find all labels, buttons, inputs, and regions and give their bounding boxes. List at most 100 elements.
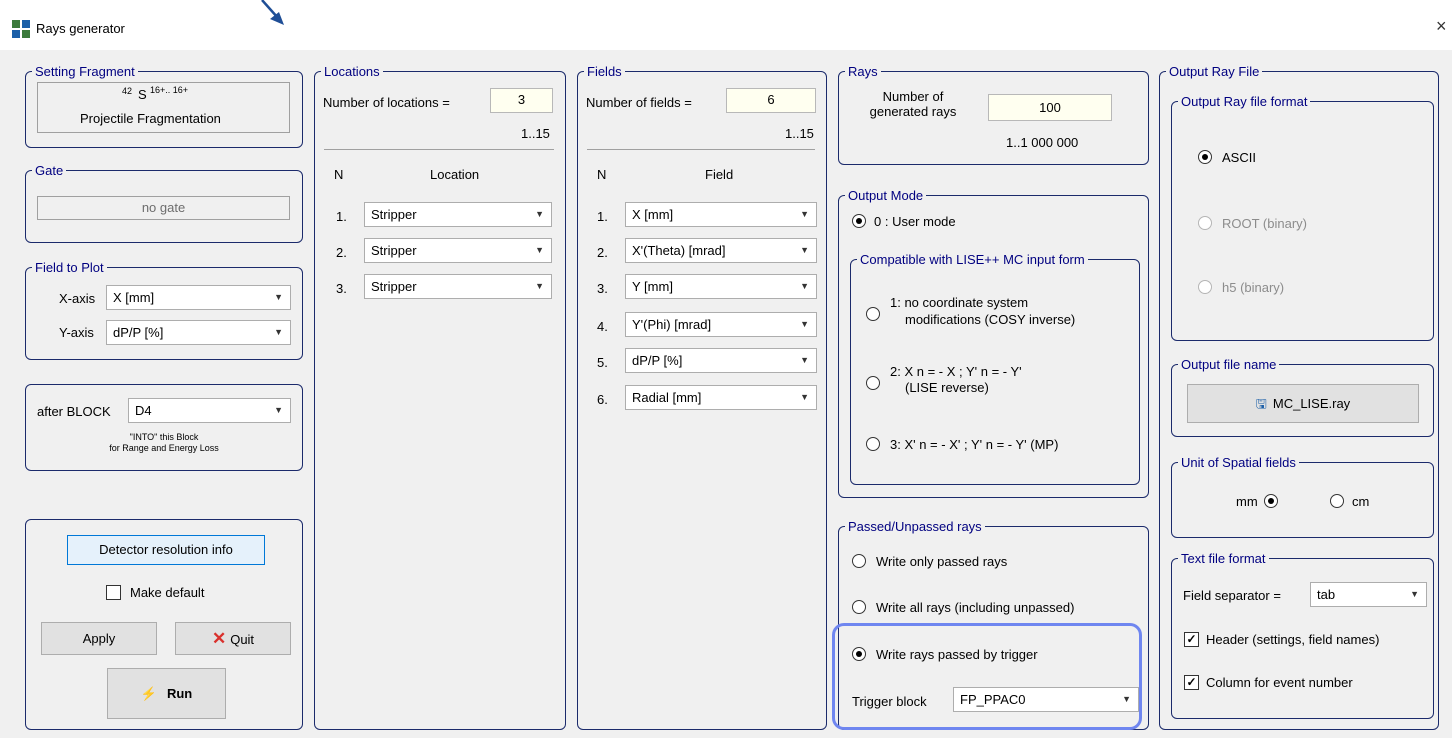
location-select[interactable]: Stripper ▼ xyxy=(364,238,552,263)
location-value: Stripper xyxy=(371,207,417,222)
coord-opt2-line-2: (LISE reverse) xyxy=(905,380,989,395)
title-bar: Rays generator × xyxy=(0,0,1452,50)
field-value: Radial [mm] xyxy=(632,390,702,405)
rays-legend: Rays xyxy=(848,64,878,79)
field-select[interactable]: dP/P [%] ▼ xyxy=(625,348,817,373)
run-button[interactable]: ⚡ Run xyxy=(107,668,226,719)
chevron-down-icon: ▼ xyxy=(274,292,283,302)
block-note-line-2: for Range and Energy Loss xyxy=(109,443,219,453)
header-checkbox[interactable]: ✓ xyxy=(1184,632,1199,647)
x-axis-select[interactable]: X [mm] ▼ xyxy=(106,285,291,310)
trigger-block-label: Trigger block xyxy=(852,694,927,709)
gate-value[interactable]: no gate xyxy=(37,196,290,220)
field-select[interactable]: Y'(Phi) [mrad] ▼ xyxy=(625,312,817,337)
locations-count-input[interactable]: 3 xyxy=(490,88,553,113)
quit-label: Quit xyxy=(230,632,255,647)
locations-divider xyxy=(324,149,554,150)
locations-col-n: N xyxy=(334,167,344,182)
close-icon[interactable]: × xyxy=(1436,16,1447,37)
chevron-down-icon: ▼ xyxy=(800,245,809,255)
coord-opt2-radio[interactable] xyxy=(866,376,880,390)
field-to-plot-legend: Field to Plot xyxy=(35,260,104,275)
separator-label: Field separator = xyxy=(1183,588,1281,603)
unit-group: Unit of Spatial fields xyxy=(1171,455,1434,538)
field-select[interactable]: Radial [mm] ▼ xyxy=(625,385,817,410)
coord-opt2-line-1: 2: X n = - X ; Y' n = - Y' xyxy=(890,364,1022,379)
user-mode-label: 0 : User mode xyxy=(874,214,956,229)
event-column-checkbox[interactable]: ✓ xyxy=(1184,675,1199,690)
root-radio[interactable] xyxy=(1198,216,1212,230)
chevron-down-icon: ▼ xyxy=(274,327,283,337)
unit-legend: Unit of Spatial fields xyxy=(1181,455,1296,470)
field-value: Y'(Phi) [mrad] xyxy=(632,317,712,332)
h5-radio[interactable] xyxy=(1198,280,1212,294)
trigger-radio-label: Write rays passed by trigger xyxy=(876,647,1038,662)
separator-select[interactable]: tab ▼ xyxy=(1310,582,1427,607)
y-axis-select[interactable]: dP/P [%] ▼ xyxy=(106,320,291,345)
unit-cm-radio[interactable] xyxy=(1330,494,1344,508)
apply-button[interactable]: Apply xyxy=(41,622,157,655)
block-value: D4 xyxy=(135,403,152,418)
location-row-number: 2. xyxy=(336,245,347,260)
quit-button[interactable]: ✕ Quit xyxy=(175,622,291,655)
chevron-down-icon: ▼ xyxy=(535,245,544,255)
field-select[interactable]: X [mm] ▼ xyxy=(625,202,817,227)
passed-only-radio[interactable] xyxy=(852,554,866,568)
fields-count-input[interactable]: 6 xyxy=(726,88,816,113)
trigger-radio[interactable] xyxy=(852,647,866,661)
annotation-arrow-icon xyxy=(261,0,284,25)
event-column-label: Column for event number xyxy=(1206,675,1353,690)
detector-info-button[interactable]: Detector resolution info xyxy=(67,535,265,565)
location-value: Stripper xyxy=(371,243,417,258)
rays-count-label: Number of generated rays xyxy=(850,89,976,119)
rays-range: 1..1 000 000 xyxy=(1006,135,1079,150)
y-axis-value: dP/P [%] xyxy=(113,325,164,340)
field-row-number: 5. xyxy=(597,355,608,370)
chevron-down-icon: ▼ xyxy=(1122,694,1131,704)
fragment-display: 42 S 16+.. 16+ Projectile Fragmentation xyxy=(37,82,290,133)
coord-opt3-label: 3: X' n = - X' ; Y' n = - Y' (MP) xyxy=(890,437,1059,452)
compat-legend: Compatible with LISE++ MC input form xyxy=(860,252,1085,267)
app-icon xyxy=(12,20,30,38)
field-row-number: 4. xyxy=(597,319,608,334)
format-legend: Output Ray file format xyxy=(1181,94,1308,109)
block-select[interactable]: D4 ▼ xyxy=(128,398,291,423)
make-default-checkbox[interactable] xyxy=(106,585,121,600)
file-name-button[interactable]: 🖫 MC_LISE.ray xyxy=(1187,384,1419,423)
location-row-number: 1. xyxy=(336,209,347,224)
field-row-number: 2. xyxy=(597,245,608,260)
passed-legend: Passed/Unpassed rays xyxy=(848,519,982,534)
y-axis-label: Y-axis xyxy=(59,325,94,340)
setting-fragment-legend: Setting Fragment xyxy=(35,64,135,79)
field-row-number: 3. xyxy=(597,281,608,296)
location-select[interactable]: Stripper ▼ xyxy=(364,202,552,227)
lightning-icon: ⚡ xyxy=(140,686,157,701)
rays-count-label-2: generated rays xyxy=(869,104,957,119)
chevron-down-icon: ▼ xyxy=(800,281,809,291)
block-note: "INTO" this Block for Range and Energy L… xyxy=(25,432,303,454)
field-select[interactable]: Y [mm] ▼ xyxy=(625,274,817,299)
output-mode-legend: Output Mode xyxy=(848,188,924,203)
unit-mm-radio[interactable] xyxy=(1264,494,1278,508)
location-select[interactable]: Stripper ▼ xyxy=(364,274,552,299)
coord-opt1-radio[interactable] xyxy=(866,307,880,321)
file-name-value: MC_LISE.ray xyxy=(1272,396,1351,411)
user-mode-radio[interactable] xyxy=(852,214,866,228)
location-row-number: 3. xyxy=(336,281,347,296)
rays-count-label-1: Number of xyxy=(882,89,944,104)
all-rays-radio[interactable] xyxy=(852,600,866,614)
chevron-down-icon: ▼ xyxy=(535,209,544,219)
ascii-radio[interactable] xyxy=(1198,150,1212,164)
block-note-line-1: "INTO" this Block xyxy=(129,432,199,442)
trigger-block-select[interactable]: FP_PPAC0 ▼ xyxy=(953,687,1139,712)
coord-opt2-label: 2: X n = - X ; Y' n = - Y' (LISE reverse… xyxy=(890,364,1022,396)
field-select[interactable]: X'(Theta) [mrad] ▼ xyxy=(625,238,817,263)
save-file-icon: 🖫 xyxy=(1255,396,1267,411)
fields-range: 1..15 xyxy=(785,126,814,141)
text-format-legend: Text file format xyxy=(1181,551,1266,566)
rays-count-input[interactable]: 100 xyxy=(988,94,1112,121)
unit-mm-label: mm xyxy=(1236,494,1258,509)
coord-opt3-radio[interactable] xyxy=(866,437,880,451)
isotope-symbol: S xyxy=(138,87,147,102)
unit-cm-label: cm xyxy=(1352,494,1370,509)
